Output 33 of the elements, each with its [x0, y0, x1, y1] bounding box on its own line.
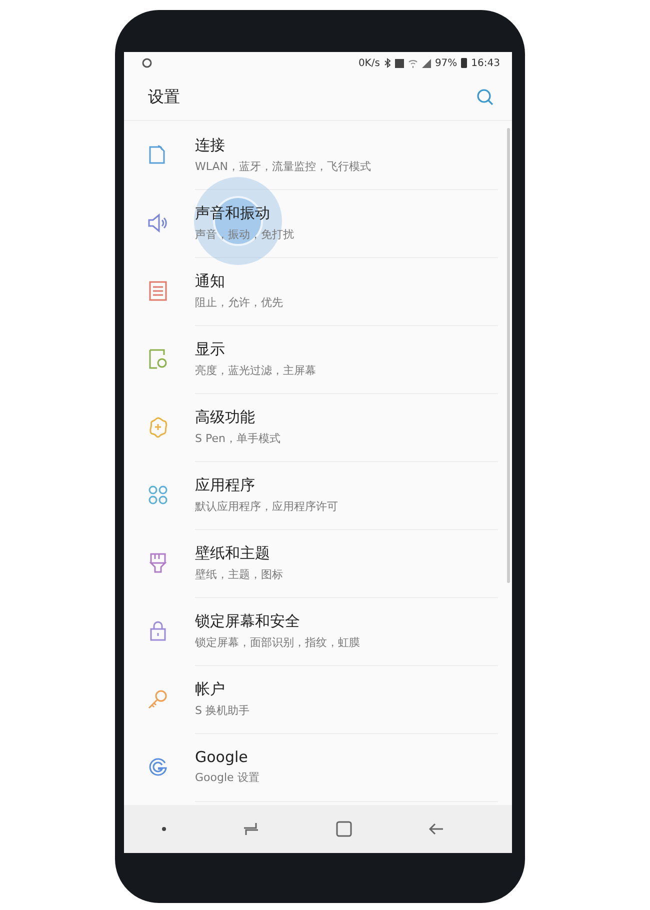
setting-subtitle: 亮度，蓝光过滤，主屏幕 — [195, 362, 316, 378]
setting-title[interactable]: 声音和振动 — [195, 204, 270, 222]
dot-icon[interactable] — [162, 827, 166, 831]
setting-title[interactable]: 帐户 — [195, 680, 225, 698]
wifi-icon — [408, 58, 418, 68]
setting-title[interactable]: 高级功能 — [195, 408, 255, 426]
battery-icon — [461, 58, 468, 68]
setting-title[interactable]: 锁定屏幕和安全 — [195, 612, 300, 630]
setting-title[interactable]: 壁纸和主题 — [195, 544, 270, 562]
setting-title[interactable]: Google — [195, 748, 248, 766]
search-icon[interactable] — [476, 88, 494, 106]
back-icon[interactable] — [428, 822, 444, 836]
battery-percent: 97% — [434, 58, 458, 68]
page-title: 设置 — [148, 86, 181, 108]
clock: 16:43 — [471, 58, 500, 68]
setting-title[interactable]: 显示 — [195, 340, 225, 358]
setting-subtitle: Google 设置 — [195, 770, 260, 785]
setting-subtitle: S 换机助手 — [195, 702, 250, 718]
setting-subtitle: 壁纸，主题，图标 — [195, 566, 283, 582]
setting-title[interactable]: 连接 — [195, 136, 225, 154]
bluetooth-icon — [384, 58, 391, 68]
network-speed: 0K/s — [358, 58, 380, 68]
recent-apps-icon[interactable] — [242, 822, 260, 836]
setting-subtitle: WLAN，蓝牙，流量监控，飞行模式 — [195, 158, 372, 174]
setting-subtitle: 默认应用程序，应用程序许可 — [195, 498, 338, 514]
setting-title[interactable]: 通知 — [195, 272, 225, 290]
home-icon[interactable] — [336, 821, 352, 837]
setting-subtitle: 阻止，允许，优先 — [195, 294, 283, 310]
setting-title[interactable]: 应用程序 — [195, 476, 255, 494]
signal-icon — [422, 58, 431, 68]
setting-subtitle: 锁定屏幕，面部识别，指纹，虹膜 — [195, 634, 360, 650]
setting-subtitle: 声音，振动，免打扰 — [195, 226, 294, 242]
setting-subtitle: S Pen，单手模式 — [195, 430, 280, 446]
